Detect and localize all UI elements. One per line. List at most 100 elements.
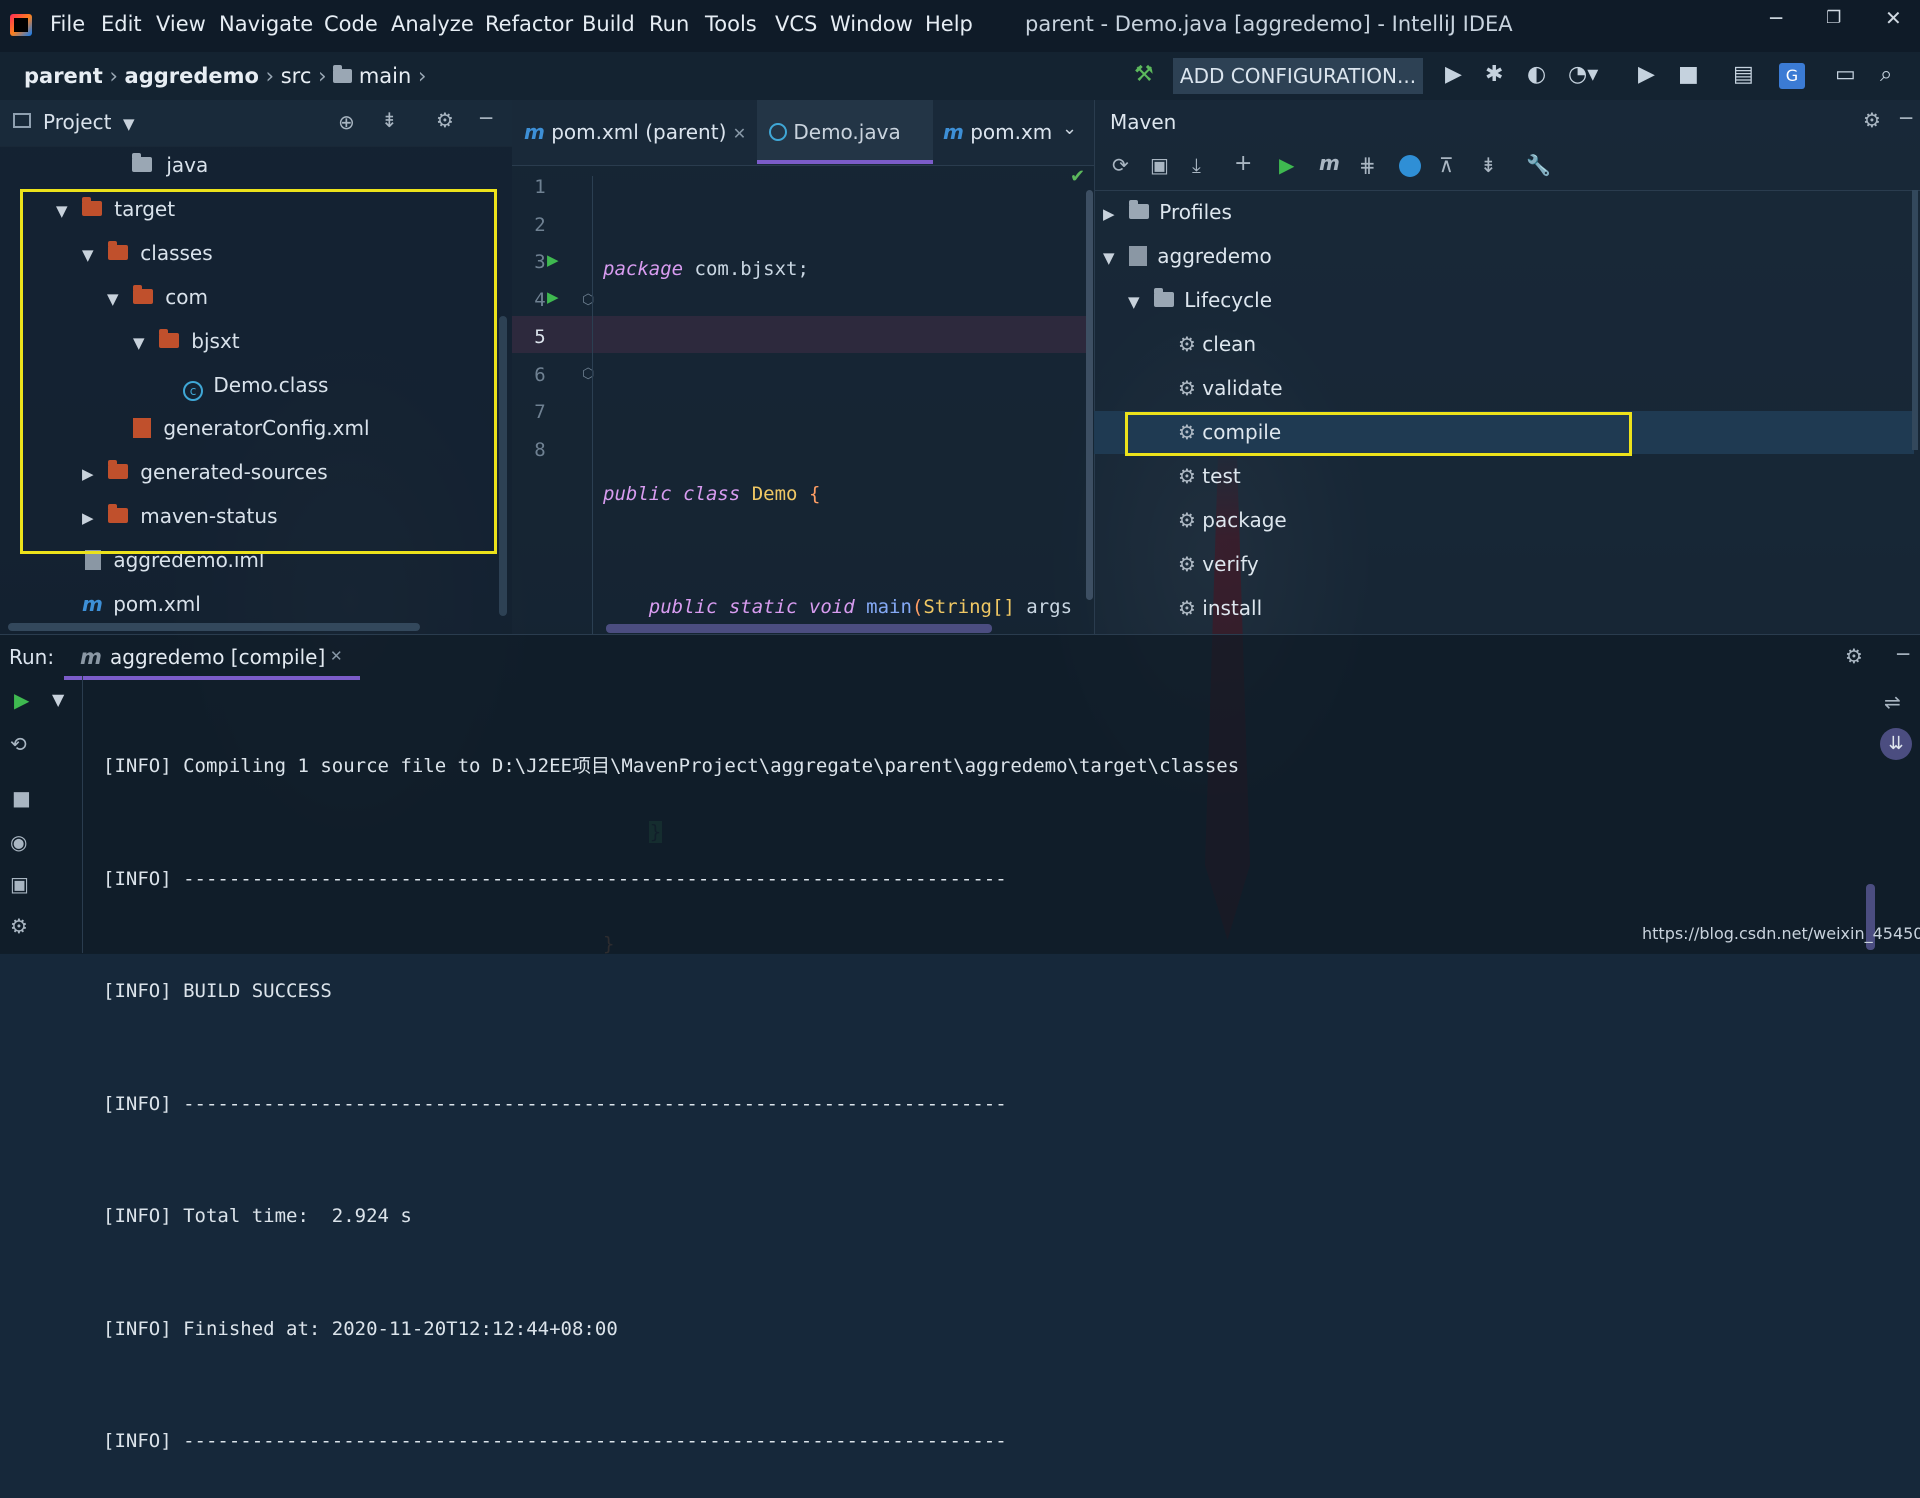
menu-help[interactable]: Help (925, 12, 973, 36)
tree-item-java[interactable]: java (132, 153, 208, 177)
vertical-scrollbar[interactable] (499, 316, 507, 616)
run-panel-label: Run: (9, 645, 55, 669)
menu-navigate[interactable]: Navigate (219, 12, 313, 36)
menu-analyze[interactable]: Analyze (391, 12, 474, 36)
lifecycle-validate[interactable]: ⚙ validate (1178, 376, 1283, 400)
chevron-down-icon[interactable]: ⌄ (1062, 118, 1077, 139)
run-gutter-icon[interactable]: ▶ (547, 288, 559, 306)
menu-view[interactable]: View (156, 12, 206, 36)
maven-lifecycle[interactable]: ▼ Lifecycle (1128, 288, 1272, 312)
generate-sources-icon[interactable]: ▣ (1150, 153, 1169, 177)
toggle-view-icon[interactable]: ⟲ (10, 732, 27, 756)
maven-project-icon (1128, 246, 1147, 266)
coverage-icon[interactable]: ◐ (1527, 62, 1546, 87)
chevron-down-icon[interactable]: ▼ (1128, 293, 1140, 311)
wrench-icon[interactable]: 🔧 (1526, 153, 1551, 177)
run-icon[interactable]: ▶ (1445, 62, 1462, 87)
build-hammer-icon[interactable]: ⚒ (1134, 62, 1154, 87)
toggle-offline-icon[interactable]: ⋕ (1359, 153, 1376, 177)
rerun-icon[interactable]: ▶ (14, 688, 29, 712)
maven-project-aggredemo[interactable]: ▼ aggredemo (1103, 244, 1272, 268)
maven-m-icon: m (943, 120, 964, 144)
console-output: [INFO] Compiling 1 source file to D:\J2E… (103, 673, 1239, 1498)
maven-m-icon[interactable]: m (1319, 151, 1340, 175)
gear-icon: ⚙ (1178, 508, 1196, 532)
menu-edit[interactable]: Edit (101, 12, 142, 36)
tab-demo-java[interactable]: Demo.java (757, 100, 933, 164)
menu-window[interactable]: Window (830, 12, 913, 36)
tab-pom[interactable]: m pom.xm (943, 100, 1053, 164)
maven-m-icon: m (524, 120, 545, 144)
menu-code[interactable]: Code (324, 12, 378, 36)
menu-run[interactable]: Run (649, 12, 689, 36)
minimize-icon[interactable]: ─ (1770, 6, 1782, 30)
profile-icon[interactable]: ◔▾ (1568, 62, 1598, 87)
show-dependencies-icon[interactable]: ⊼ (1439, 153, 1454, 177)
camera-icon[interactable]: ▣ (10, 872, 29, 896)
add-icon[interactable]: + (1234, 151, 1252, 176)
menu-file[interactable]: File (50, 12, 85, 36)
run-secondary-icon[interactable]: ▶ (1638, 62, 1655, 87)
lifecycle-verify[interactable]: ⚙ verify (1178, 552, 1259, 576)
chevron-down-icon[interactable]: ▼ (123, 115, 135, 133)
search-icon[interactable]: ⌕ (1880, 62, 1892, 87)
settings-gear-icon[interactable]: ⚙ (10, 914, 28, 938)
debug-bug-icon[interactable]: ✱ (1485, 62, 1503, 87)
chevron-right-icon[interactable]: ▶ (1103, 205, 1115, 223)
lifecycle-clean[interactable]: ⚙ clean (1178, 332, 1256, 356)
translate-icon[interactable]: G (1779, 63, 1805, 89)
menu-vcs[interactable]: VCS (775, 12, 817, 36)
vertical-scrollbar[interactable] (1086, 190, 1093, 600)
run-icon[interactable]: ▶ (1279, 153, 1294, 177)
breadcrumb-aggredemo[interactable]: aggredemo (125, 64, 259, 88)
project-structure-icon[interactable]: ▤ (1733, 62, 1754, 87)
menu-refactor[interactable]: Refactor (485, 12, 573, 36)
close-window-icon[interactable]: ✕ (1885, 6, 1902, 30)
tree-item-pom-xml[interactable]: m pom.xml (82, 592, 201, 616)
menu-build[interactable]: Build (582, 12, 635, 36)
breadcrumb-main[interactable]: main (359, 64, 411, 88)
chevron-down-icon[interactable]: ▼ (52, 690, 64, 709)
breadcrumb-src[interactable]: src (281, 64, 312, 88)
eye-icon[interactable]: ◉ (10, 830, 27, 854)
hide-panel-icon[interactable]: ─ (1897, 642, 1909, 666)
chevron-down-icon[interactable]: ▼ (1103, 249, 1115, 267)
project-view-icon (13, 113, 31, 128)
vertical-scrollbar[interactable] (1912, 190, 1918, 450)
stop-icon[interactable]: ■ (1678, 62, 1699, 87)
breadcrumb-parent[interactable]: parent (24, 64, 103, 88)
horizontal-scrollbar[interactable] (8, 623, 420, 631)
settings-gear-icon[interactable]: ⚙ (1863, 108, 1881, 132)
terminal-icon[interactable]: ▭ (1835, 62, 1856, 87)
maven-profiles[interactable]: ▶ Profiles (1103, 200, 1232, 224)
restore-icon[interactable]: ❐ (1826, 8, 1841, 28)
hide-panel-icon[interactable]: ─ (1900, 106, 1912, 130)
horizontal-scrollbar[interactable] (606, 624, 992, 633)
lifecycle-folder-icon (1153, 288, 1174, 307)
project-panel-title[interactable]: Project (43, 110, 111, 134)
close-tab-icon[interactable]: ✕ (733, 124, 746, 143)
lifecycle-install[interactable]: ⚙ install (1178, 596, 1262, 620)
close-tab-icon[interactable]: ✕ (330, 647, 343, 665)
menu-tools[interactable]: Tools (705, 12, 757, 36)
download-icon[interactable]: ⤓ (1192, 153, 1201, 177)
collapse-all-icon[interactable]: ⇟ (381, 108, 398, 132)
settings-gear-icon[interactable]: ⚙ (436, 108, 454, 132)
soft-wrap-icon[interactable]: ⇌ (1884, 690, 1901, 714)
reload-icon[interactable]: ⟳ (1112, 153, 1129, 177)
hide-panel-icon[interactable]: ─ (480, 106, 492, 130)
check-icon: ✔ (1070, 166, 1086, 187)
window-title: parent - Demo.java [aggredemo] - Intelli… (1025, 12, 1513, 36)
lifecycle-test[interactable]: ⚙ test (1178, 464, 1241, 488)
lifecycle-package[interactable]: ⚙ package (1178, 508, 1287, 532)
locate-target-icon[interactable]: ⊕ (338, 110, 355, 134)
stop-icon[interactable]: ■ (12, 786, 31, 810)
settings-gear-icon[interactable]: ⚙ (1845, 644, 1863, 668)
collapse-all-icon[interactable]: ⇟ (1480, 153, 1497, 177)
scroll-to-end-icon[interactable]: ⇊ (1880, 728, 1912, 760)
tab-pom-parent[interactable]: m pom.xml (parent) ✕ (524, 100, 752, 164)
add-configuration-button[interactable]: ADD CONFIGURATION... (1173, 58, 1423, 94)
intellij-logo-icon (10, 14, 32, 36)
run-gutter-icon[interactable]: ▶ (547, 251, 559, 269)
skip-tests-icon[interactable] (1399, 155, 1421, 177)
